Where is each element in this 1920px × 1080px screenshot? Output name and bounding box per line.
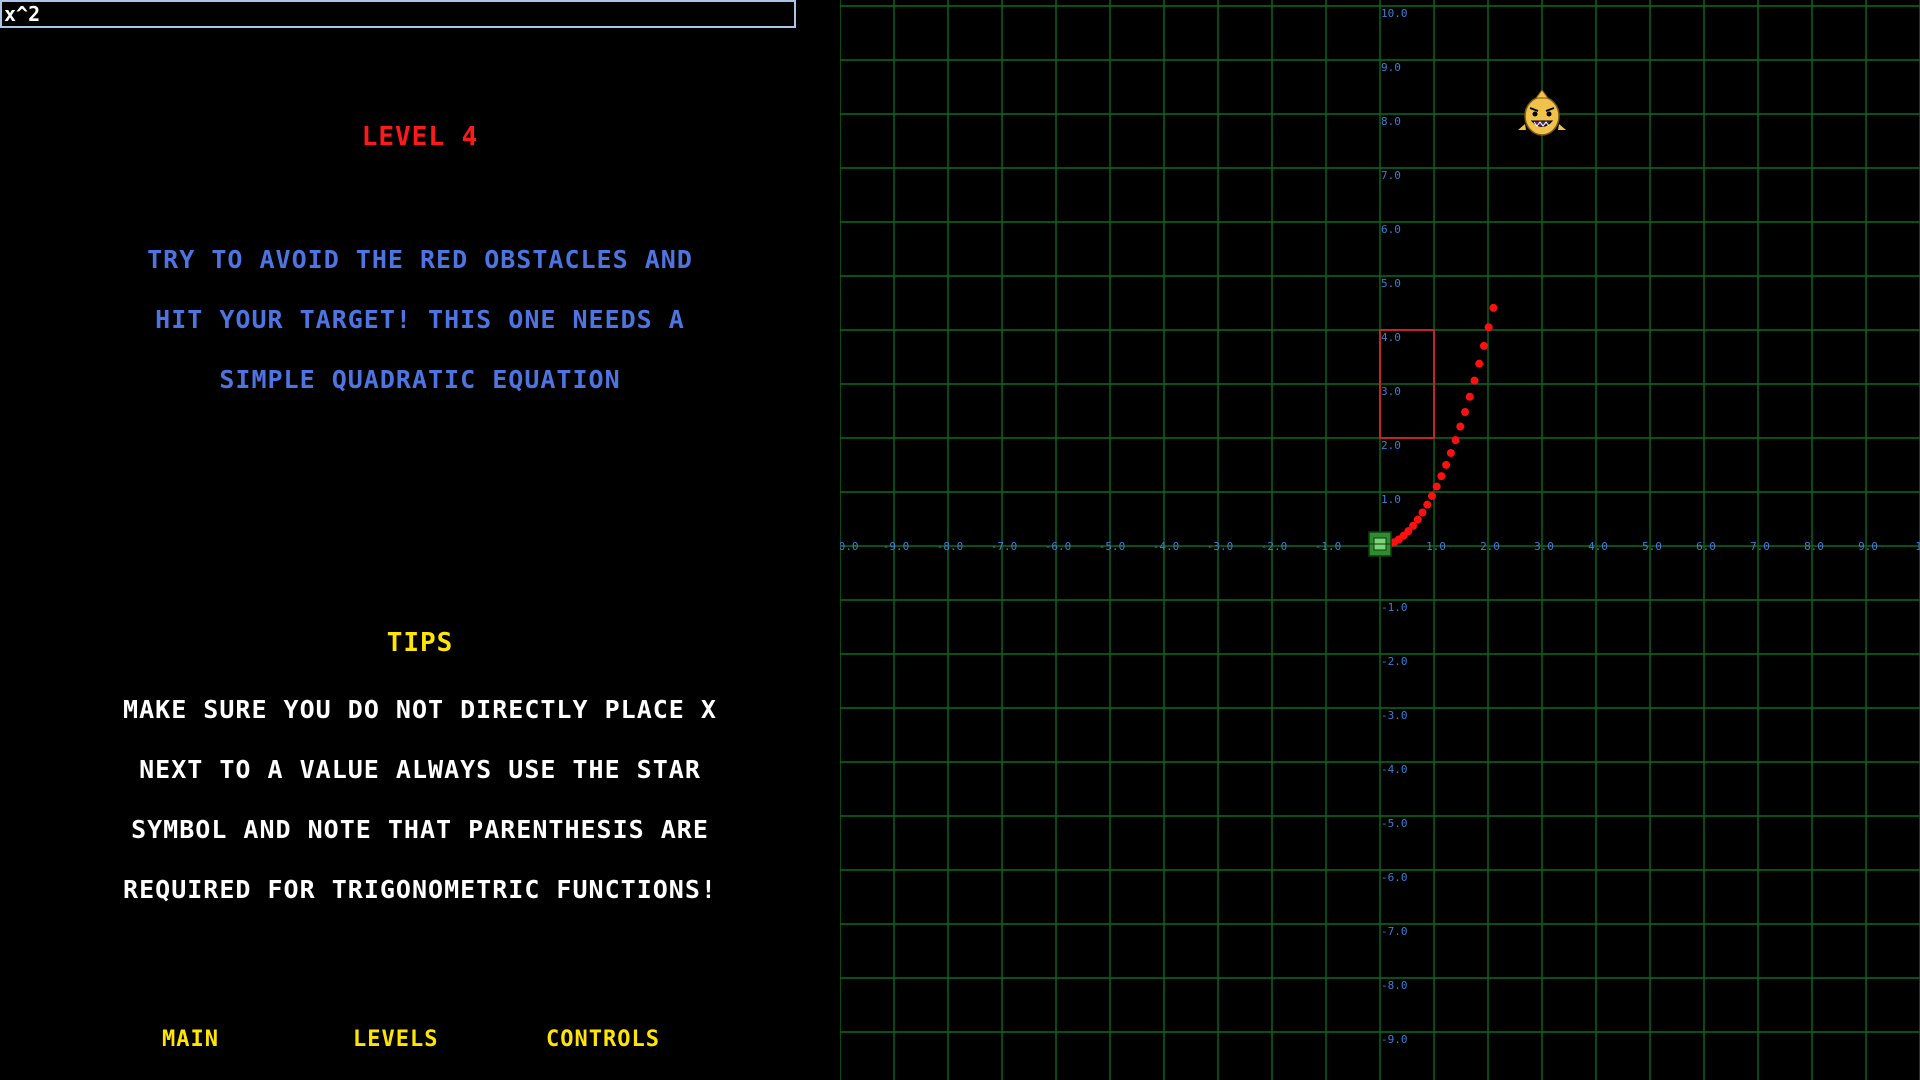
y-tick-label: 5.0 — [1381, 277, 1401, 290]
graph-panel: -10.0 -9.0 -8.0 -7.0 -6.0 -5.0 -4.0 -3.0 -2.0 -1.… — [840, 0, 1920, 1080]
left-panel: LEVEL 4 TRY TO AVOID THE RED OBSTACLES A… — [0, 0, 840, 1080]
bottom-menu: MAIN LEVELS CONTROLS — [0, 1027, 840, 1057]
y-tick-label: -3.0 — [1381, 709, 1408, 722]
y-tick-label: 8.0 — [1381, 115, 1401, 128]
y-tick-label: -4.0 — [1381, 763, 1408, 776]
x-tick-label: -9.0 — [883, 540, 910, 553]
y-tick-label: -1.0 — [1381, 601, 1408, 614]
x-tick-label: 9.0 — [1858, 540, 1878, 553]
target-monster-icon — [1558, 124, 1566, 130]
trajectory-dot — [1451, 436, 1460, 445]
x-tick-label: 5.0 — [1642, 540, 1662, 553]
x-tick-label: -5.0 — [1099, 540, 1126, 553]
trajectory-dot — [1437, 472, 1446, 481]
y-tick-label: -8.0 — [1381, 979, 1408, 992]
trajectory-dot — [1456, 422, 1465, 431]
x-tick-label: -4.0 — [1153, 540, 1180, 553]
y-tick-label: 10.0 — [1381, 7, 1408, 20]
x-tick-label: 3.0 — [1534, 540, 1554, 553]
x-tick-label: 7.0 — [1750, 540, 1770, 553]
target-monster-icon — [1532, 111, 1538, 117]
trajectory-dot — [1465, 392, 1474, 401]
x-tick-label: -2.0 — [1261, 540, 1288, 553]
y-tick-label: 7.0 — [1381, 169, 1401, 182]
x-tick-label: 8.0 — [1804, 540, 1824, 553]
y-tick-label: 1.0 — [1381, 493, 1401, 506]
x-tick-label: 1.0 — [1426, 540, 1446, 553]
trajectory-dot — [1423, 500, 1432, 509]
x-tick-label: 2.0 — [1480, 540, 1500, 553]
target-monster-icon — [1546, 111, 1552, 117]
y-tick-label: -5.0 — [1381, 817, 1408, 830]
trajectory-dot — [1489, 303, 1498, 312]
tip-line: NEXT TO A VALUE ALWAYS USE THE STAR — [139, 755, 701, 784]
controls-button[interactable]: CONTROLS — [546, 1027, 660, 1052]
tips-body: MAKE SURE YOU DO NOT DIRECTLY PLACE X NE… — [40, 680, 800, 920]
coordinate-grid: -10.0 -9.0 -8.0 -7.0 -6.0 -5.0 -4.0 -3.0 -2.0 -1.… — [840, 0, 1920, 1080]
x-tick-label: -10.0 — [840, 540, 859, 553]
target-monster-icon — [1524, 96, 1560, 136]
target-monster-icon — [1535, 89, 1549, 99]
equation-input[interactable] — [0, 0, 796, 28]
target-monster-icon — [1518, 124, 1526, 130]
x-tick-label: -3.0 — [1207, 540, 1234, 553]
y-tick-label: 6.0 — [1381, 223, 1401, 236]
trajectory-dot — [1479, 341, 1488, 350]
y-tick-label: -9.0 — [1381, 1033, 1408, 1046]
y-tick-label: -6.0 — [1381, 871, 1408, 884]
trajectory-dot — [1461, 408, 1470, 417]
x-tick-label: -8.0 — [937, 540, 964, 553]
x-tick-label: 4.0 — [1588, 540, 1608, 553]
trajectory-dot — [1427, 491, 1436, 500]
x-tick-label: 10 — [1915, 540, 1920, 553]
x-tick-label: -1.0 — [1315, 540, 1342, 553]
main-menu-button[interactable]: MAIN — [162, 1027, 219, 1052]
trajectory-dot — [1413, 515, 1422, 524]
tip-line: MAKE SURE YOU DO NOT DIRECTLY PLACE X — [123, 695, 717, 724]
instruction-line: TRY TO AVOID THE RED OBSTACLES AND — [147, 245, 693, 274]
trajectory-dot — [1475, 359, 1484, 368]
level-title: LEVEL 4 — [361, 122, 479, 152]
y-tick-label: 2.0 — [1381, 439, 1401, 452]
y-tick-label: 9.0 — [1381, 61, 1401, 74]
trajectory-dot — [1446, 448, 1455, 457]
x-tick-label: -6.0 — [1045, 540, 1072, 553]
trajectory-dot — [1432, 482, 1441, 491]
trajectory-dot — [1442, 460, 1451, 469]
tip-line: REQUIRED FOR TRIGONOMETRIC FUNCTIONS! — [123, 875, 717, 904]
tip-line: SYMBOL AND NOTE THAT PARENTHESIS ARE — [131, 815, 709, 844]
y-tick-label: 4.0 — [1381, 331, 1401, 344]
trajectory-dot — [1418, 508, 1427, 517]
trajectory-dot — [1470, 376, 1479, 385]
trajectory-dot — [1484, 323, 1493, 332]
y-tick-label: -7.0 — [1381, 925, 1408, 938]
y-tick-label: 3.0 — [1381, 385, 1401, 398]
levels-button[interactable]: LEVELS — [353, 1027, 438, 1052]
y-tick-label: -2.0 — [1381, 655, 1408, 668]
instruction-line: HIT YOUR TARGET! THIS ONE NEEDS A — [155, 305, 685, 334]
x-tick-label: 6.0 — [1696, 540, 1716, 553]
x-tick-label: -7.0 — [991, 540, 1018, 553]
instruction-line: SIMPLE QUADRATIC EQUATION — [219, 365, 621, 394]
instructions: TRY TO AVOID THE RED OBSTACLES AND HIT Y… — [70, 230, 770, 410]
tips-title: TIPS — [386, 628, 454, 658]
